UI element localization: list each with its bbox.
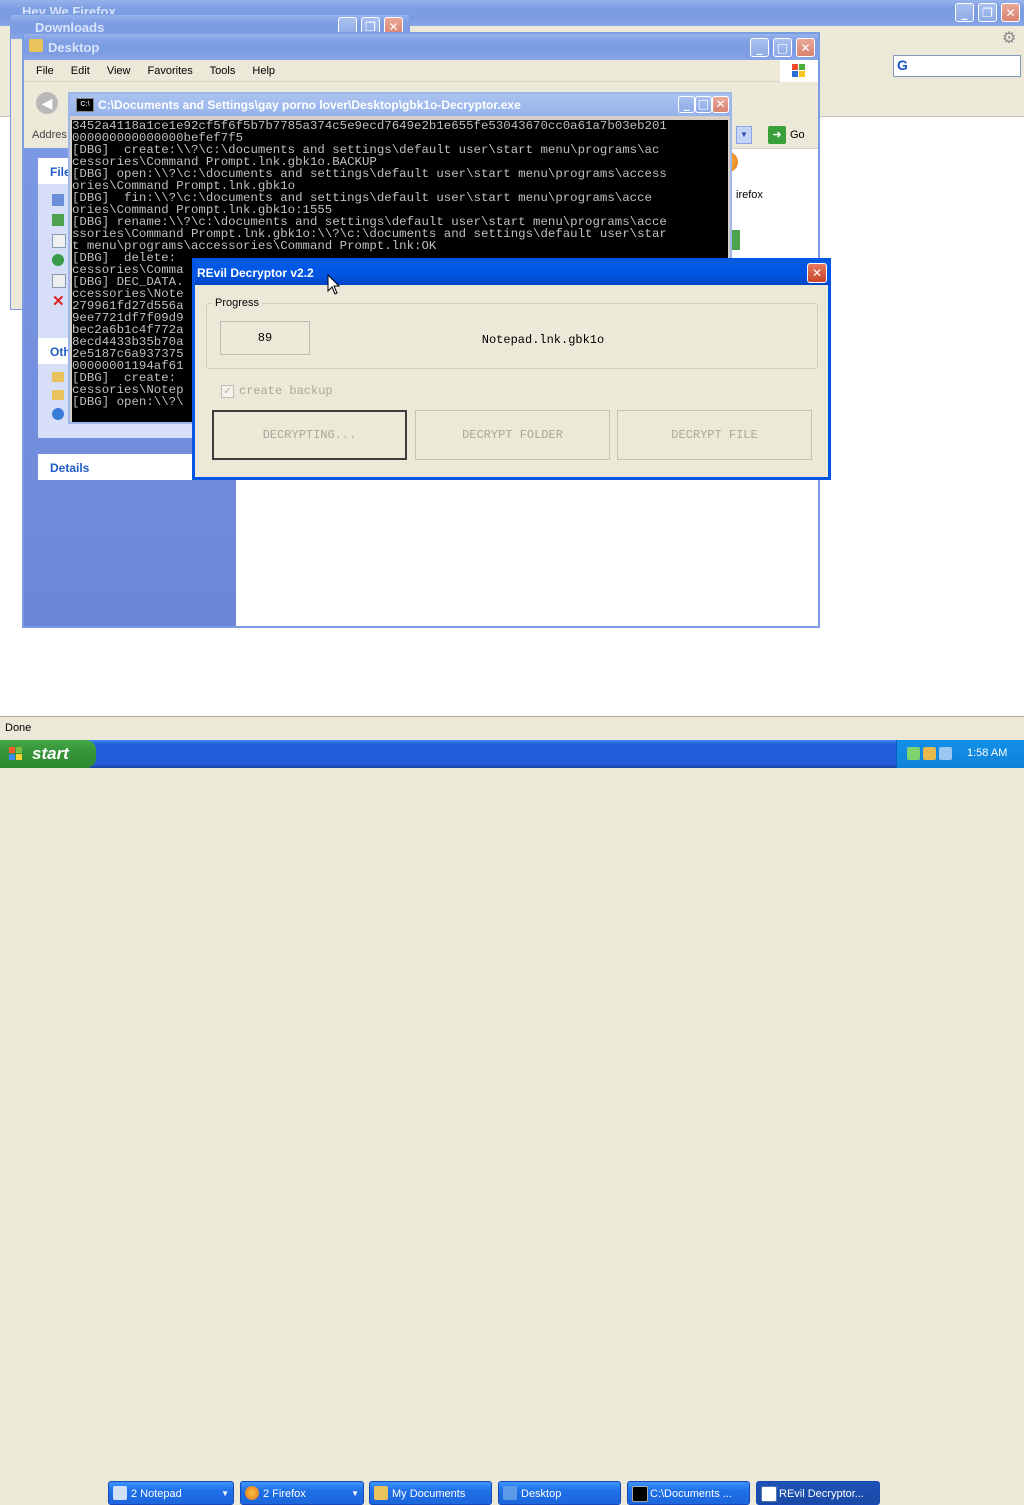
start-button[interactable]: start (0, 740, 96, 768)
menu-file[interactable]: File (36, 65, 54, 77)
window-icon (761, 1486, 777, 1502)
start-label: start (32, 744, 69, 763)
taskbar-item-firefox-label: 2 Firefox (263, 1488, 306, 1500)
taskbar-item-desktop-label: Desktop (521, 1488, 562, 1500)
group-arrow-icon: ▼ (351, 1489, 359, 1498)
delete-icon: ✕ (52, 293, 65, 310)
notepad-icon (113, 1486, 127, 1500)
taskbar-item-notepad-label: 2 Notepad (131, 1488, 182, 1500)
console-title: C:\Documents and Settings\gay porno love… (98, 98, 521, 112)
clock[interactable]: 1:58 AM (967, 747, 1007, 759)
task-icon-1 (52, 194, 64, 206)
menu-help[interactable]: Help (252, 65, 275, 77)
menu-edit[interactable]: Edit (71, 65, 90, 77)
progress-value: 89 (257, 331, 273, 345)
taskbar-item-desktop[interactable]: Desktop (498, 1481, 621, 1505)
tray-icon-3[interactable] (939, 747, 952, 760)
desktop-close-button[interactable]: ✕ (796, 38, 815, 57)
decrypt-file-button-label: DECRYPT FILE (671, 428, 758, 442)
console-app-icon: C:\ (76, 98, 94, 112)
desktop-icon (503, 1486, 517, 1500)
menu-tools[interactable]: Tools (210, 65, 236, 77)
decrypt-folder-button[interactable]: DECRYPT FOLDER (415, 410, 610, 460)
create-backup-label[interactable]: create backup (239, 384, 333, 398)
details-label: Details (50, 461, 90, 475)
taskbar-item-console-label: C:\Documents ... (650, 1488, 732, 1500)
taskbar-item-decryptor[interactable]: REvil Decryptor... (756, 1481, 880, 1505)
console-maximize-button[interactable]: □ (695, 96, 712, 113)
windows-flag-icon (9, 747, 23, 761)
console-icon (632, 1486, 648, 1502)
desktop-maximize-button[interactable]: □ (773, 38, 792, 57)
desktop-titlebar: Desktop _ □ ✕ (24, 34, 818, 60)
task-icon-3 (52, 234, 66, 248)
create-backup-checkbox[interactable]: ✓ (221, 385, 234, 398)
desktop-menubar: File Edit View Favorites Tools Help (24, 60, 818, 82)
menu-favorites[interactable]: Favorites (148, 65, 193, 77)
taskbar-item-notepad[interactable]: 2 Notepad ▼ (108, 1481, 234, 1505)
firefox-minimize-button[interactable]: _ (955, 3, 974, 22)
group-arrow-icon: ▼ (221, 1489, 229, 1498)
address-dropdown-button[interactable]: ▼ (736, 126, 752, 144)
firefox-restore-button[interactable]: ❐ (978, 3, 997, 22)
decrypt-file-button[interactable]: DECRYPT FILE (617, 410, 812, 460)
console-close-button[interactable]: ✕ (712, 96, 729, 113)
taskbar-item-console[interactable]: C:\Documents ... (627, 1481, 750, 1505)
task-icon-5 (52, 274, 66, 288)
address-label: Addres (32, 129, 67, 141)
status-text: Done (5, 722, 32, 734)
folder-icon-small (52, 372, 64, 382)
google-search-box[interactable]: G (893, 55, 1021, 77)
my-documents-icon (374, 1486, 388, 1500)
taskbar-item-my-documents-label: My Documents (392, 1488, 466, 1500)
folder-icon-small-2 (52, 390, 64, 400)
taskbar-item-decryptor-label: REvil Decryptor... (779, 1488, 864, 1500)
go-arrow-icon[interactable]: ➜ (768, 126, 786, 144)
gear-icon[interactable]: ⚙ (1002, 28, 1016, 48)
progress-group-label: Progress (212, 297, 263, 309)
task-icon-2 (52, 214, 64, 226)
decrypt-folder-button-label: DECRYPT FOLDER (462, 428, 563, 442)
tray-icon-1[interactable] (907, 747, 920, 760)
console-titlebar: C:\ C:\Documents and Settings\gay porno … (70, 94, 730, 116)
decryptor-titlebar: REvil Decryptor v2.2 ✕ (195, 261, 828, 285)
decrypting-button-label: DECRYPTING... (262, 428, 357, 442)
console-minimize-button[interactable]: _ (678, 96, 695, 113)
windows-logo-icon (780, 60, 818, 82)
globe-icon (52, 254, 64, 266)
desktop-minimize-button[interactable]: _ (750, 38, 769, 57)
decryptor-title: REvil Decryptor v2.2 (197, 266, 314, 280)
back-button[interactable]: ◀ (36, 92, 58, 114)
taskbar-item-my-documents[interactable]: My Documents (369, 1481, 492, 1505)
status-bar: Done (0, 716, 1024, 741)
firefox-close-button[interactable]: ✕ (1001, 3, 1020, 22)
folder-icon (29, 39, 43, 52)
mouse-cursor-icon (327, 274, 341, 295)
progress-value-box: 89 (220, 321, 310, 355)
taskbar: start 2 Notepad ▼ 2 Firefox ▼ My Documents… (0, 740, 1024, 1505)
go-button-label[interactable]: Go (790, 129, 805, 141)
google-icon: G (897, 57, 908, 73)
firefox-desktop-icon-label[interactable]: irefox (736, 189, 763, 201)
decryptor-close-button[interactable]: ✕ (807, 263, 827, 283)
network-icon (52, 408, 64, 420)
menu-view[interactable]: View (107, 65, 131, 77)
firefox-icon (245, 1486, 259, 1500)
current-file-label: Notepad.lnk.gbk1o (481, 333, 605, 347)
system-tray: 1:58 AM (896, 740, 1024, 768)
tray-icon-2[interactable] (923, 747, 936, 760)
desktop-title: Desktop (48, 40, 100, 55)
taskbar-item-firefox[interactable]: 2 Firefox ▼ (240, 1481, 364, 1505)
decryptor-dialog: REvil Decryptor v2.2 ✕ Progress 89 Notep… (192, 258, 831, 480)
decrypting-button[interactable]: DECRYPTING... (212, 410, 407, 460)
